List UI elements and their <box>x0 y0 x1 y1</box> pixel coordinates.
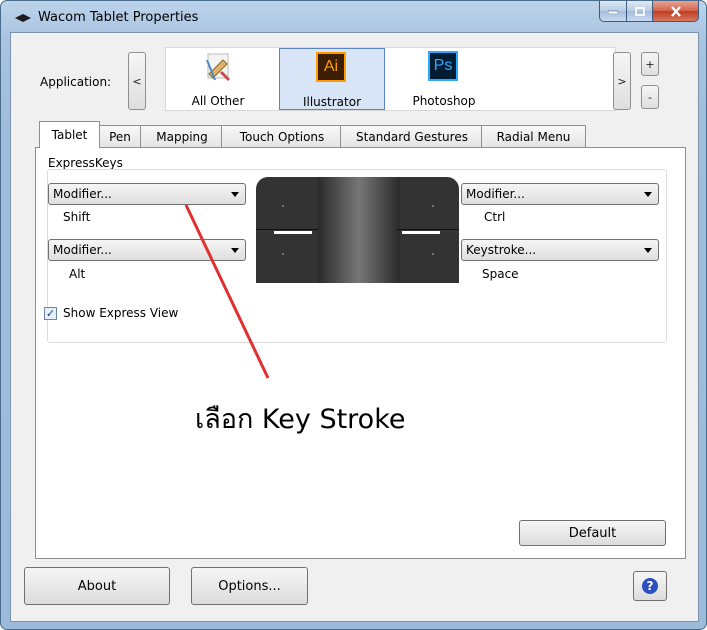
annotation-arrow <box>184 204 270 379</box>
help-button[interactable]: ? <box>633 571 667 601</box>
tab-tablet[interactable]: Tablet <box>39 121 100 148</box>
annotation-line <box>184 204 270 379</box>
annotation-text: เลือก Key Stroke <box>195 404 406 435</box>
help-icon: ? <box>642 578 658 594</box>
